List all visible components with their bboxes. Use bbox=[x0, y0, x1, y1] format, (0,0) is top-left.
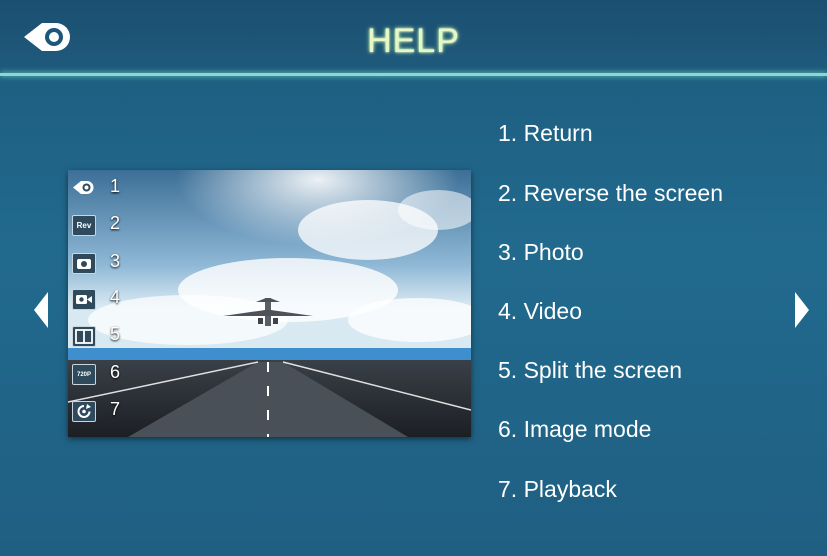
help-item-reverse: 2. Reverse the screen bbox=[498, 180, 724, 206]
help-item-photo: 3. Photo bbox=[498, 239, 584, 265]
camera-icon bbox=[72, 253, 96, 274]
header-divider bbox=[0, 73, 827, 76]
preview-toolbar: 1 Rev 2 3 4 5 720P 6 7 bbox=[70, 170, 140, 437]
preview-item-video: 4 bbox=[72, 287, 138, 311]
camera-preview: 1 Rev 2 3 4 5 720P 6 7 bbox=[68, 170, 471, 437]
right-arrow-icon[interactable] bbox=[793, 290, 811, 330]
preview-item-number: 2 bbox=[110, 213, 121, 233]
preview-item-number: 7 bbox=[110, 399, 121, 419]
help-item-return: 1. Return bbox=[498, 120, 593, 146]
preview-item-number: 3 bbox=[110, 251, 121, 271]
preview-item-return: 1 bbox=[72, 176, 138, 200]
help-item-image-mode: 6. Image mode bbox=[498, 416, 652, 442]
preview-item-image-mode: 720P 6 bbox=[72, 362, 138, 386]
playback-icon bbox=[72, 401, 96, 422]
header-bar: HELP bbox=[0, 0, 827, 73]
page-title: HELP bbox=[367, 22, 460, 60]
help-item-video: 4. Video bbox=[498, 298, 582, 324]
left-arrow-icon[interactable] bbox=[32, 290, 50, 330]
preview-item-number: 6 bbox=[110, 362, 121, 382]
reverse-icon: Rev bbox=[72, 215, 96, 236]
preview-item-playback: 7 bbox=[72, 399, 138, 423]
image-mode-icon: 720P bbox=[72, 364, 96, 385]
preview-item-number: 4 bbox=[110, 287, 121, 307]
help-item-playback: 7. Playback bbox=[498, 476, 617, 502]
split-screen-icon bbox=[72, 326, 96, 347]
return-icon bbox=[73, 181, 94, 194]
preview-item-photo: 3 bbox=[72, 251, 138, 275]
video-icon bbox=[72, 289, 96, 310]
help-item-split: 5. Split the screen bbox=[498, 357, 683, 383]
preview-item-number: 5 bbox=[110, 324, 121, 344]
preview-item-number: 1 bbox=[110, 176, 121, 196]
preview-item-reverse: Rev 2 bbox=[72, 213, 138, 237]
preview-item-split: 5 bbox=[72, 324, 138, 348]
